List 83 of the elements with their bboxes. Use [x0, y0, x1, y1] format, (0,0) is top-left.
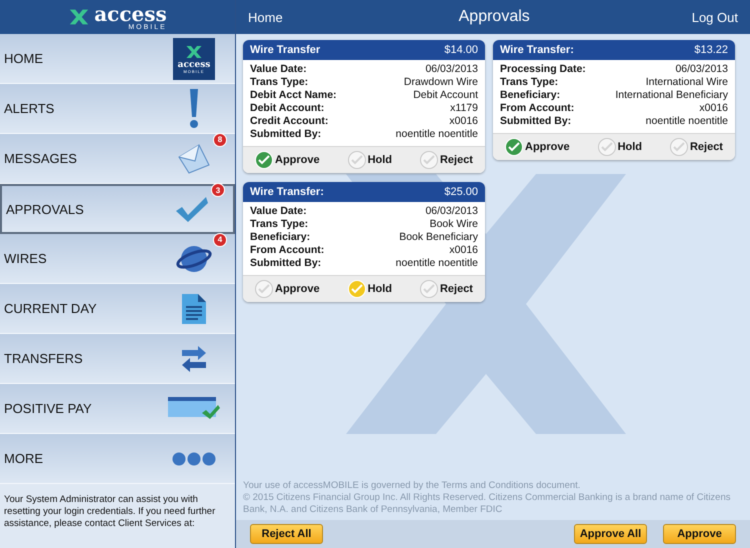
field-value: x0016	[449, 244, 478, 257]
envelope-icon	[177, 142, 211, 174]
menu-label: MORE	[4, 451, 43, 466]
menu-item[interactable]: TRANSFERS	[0, 334, 235, 384]
field-value: noentitle noentitle	[396, 128, 478, 141]
field-label: Value Date:	[250, 63, 307, 76]
action-option[interactable]: Hold	[598, 138, 642, 156]
field-label: Debit Account:	[250, 102, 324, 115]
action-option[interactable]: Reject	[420, 151, 473, 169]
page-title: Approvals	[458, 8, 530, 26]
approve-button[interactable]: Approve	[663, 524, 736, 544]
field-value: Book Wire	[430, 218, 478, 231]
menu-item[interactable]: ALERTS	[0, 84, 235, 134]
field-label: Value Date:	[250, 205, 307, 218]
count-badge: 8	[213, 132, 227, 146]
field-value: 06/03/2013	[425, 205, 478, 218]
field-value: International Beneficiary	[615, 89, 728, 102]
menu-item[interactable]: POSITIVE PAY	[0, 384, 235, 434]
menu-label: MESSAGES	[4, 151, 77, 166]
field-value: 06/03/2013	[675, 63, 728, 76]
field-value: 06/03/2013	[425, 63, 478, 76]
count-badge: 3	[211, 183, 225, 197]
menu-label: APPROVALS	[6, 202, 84, 216]
menu-label: ALERTS	[4, 101, 54, 116]
field-label: Credit Account:	[250, 115, 328, 128]
menu-item[interactable]: MORE	[0, 434, 235, 484]
menu-label: TRANSFERS	[4, 351, 83, 366]
field-label: Trans Type:	[500, 76, 558, 89]
action-option[interactable]: Reject	[420, 280, 473, 298]
logo-name: access	[94, 4, 167, 24]
exclamation-icon	[187, 88, 201, 128]
transfer-arrows-icon	[180, 344, 208, 372]
menu-label: POSITIVE PAY	[4, 401, 92, 416]
field-label: Debit Acct Name:	[250, 89, 337, 102]
field-value: noentitle noentitle	[396, 257, 478, 270]
menu-item[interactable]: MESSAGES 8	[0, 134, 235, 184]
field-label: Submitted By:	[250, 128, 322, 141]
card-amount: $14.00	[444, 44, 478, 56]
help-text: Your System Administrator can assist you with resetting your login credentials. If you need further assistance, please contact Client Services at:	[0, 484, 235, 548]
field-label: Submitted By:	[250, 257, 322, 270]
action-option[interactable]: Approve	[255, 280, 320, 298]
count-badge: 4	[213, 232, 227, 246]
card-amount: $13.22	[694, 44, 728, 56]
field-label: From Account:	[250, 244, 324, 257]
card-title: Wire Transfer:	[500, 44, 574, 56]
menu-label: WIRES	[4, 251, 47, 266]
field-label: Processing Date:	[500, 63, 586, 76]
field-label: Trans Type:	[250, 76, 308, 89]
field-value: Book Beneficiary	[399, 231, 478, 244]
legal-text: © 2015 Citizens Financial Group Inc. All Rights Reserved. Citizens Commercial Banking is a brand name of Citizens Bank, N.A. and Citizens Bank of Pennsylvania, Member FDIC	[243, 492, 732, 516]
field-label: Beneficiary:	[500, 89, 560, 102]
home-button[interactable]: Home	[248, 10, 283, 24]
more-dots-icon	[172, 452, 216, 466]
field-label: From Account:	[500, 102, 574, 115]
field-label: Submitted By:	[500, 115, 572, 128]
checkmark-icon	[174, 195, 210, 223]
action-option[interactable]: Reject	[670, 138, 723, 156]
field-value: x0016	[699, 102, 728, 115]
action-option[interactable]: Hold	[348, 280, 392, 298]
menu-label: HOME	[4, 51, 43, 66]
field-value: x0016	[449, 115, 478, 128]
field-value: noentitle noentitle	[646, 115, 728, 128]
card-amount: $25.00	[444, 186, 478, 198]
menu-item[interactable]: CURRENT DAY	[0, 284, 235, 334]
field-value: x1179	[450, 102, 478, 115]
field-value: Drawdown Wire	[404, 76, 478, 89]
menu-item[interactable]: WIRES 4	[0, 234, 235, 284]
card-title: Wire Transfer	[250, 44, 320, 56]
document-icon	[182, 294, 206, 324]
field-label: Beneficiary:	[250, 231, 310, 244]
reject-all-button[interactable]: Reject All	[250, 524, 323, 544]
action-option[interactable]: Approve	[255, 151, 320, 169]
approve-button[interactable]: Approve All	[574, 524, 647, 544]
action-option[interactable]: Approve	[505, 138, 570, 156]
field-label: Trans Type:	[250, 218, 308, 231]
action-option[interactable]: Hold	[348, 151, 392, 169]
legal-text: Your use of accessMOBILE is governed by the Terms and Conditions document.	[243, 480, 582, 492]
menu-item[interactable]: APPROVALS 3	[0, 184, 235, 234]
card-title: Wire Transfer:	[250, 186, 324, 198]
menu-label: CURRENT DAY	[4, 301, 97, 316]
logout-button[interactable]: Log Out	[692, 10, 738, 24]
field-value: Debit Account	[413, 89, 478, 102]
field-value: International Wire	[646, 76, 728, 89]
